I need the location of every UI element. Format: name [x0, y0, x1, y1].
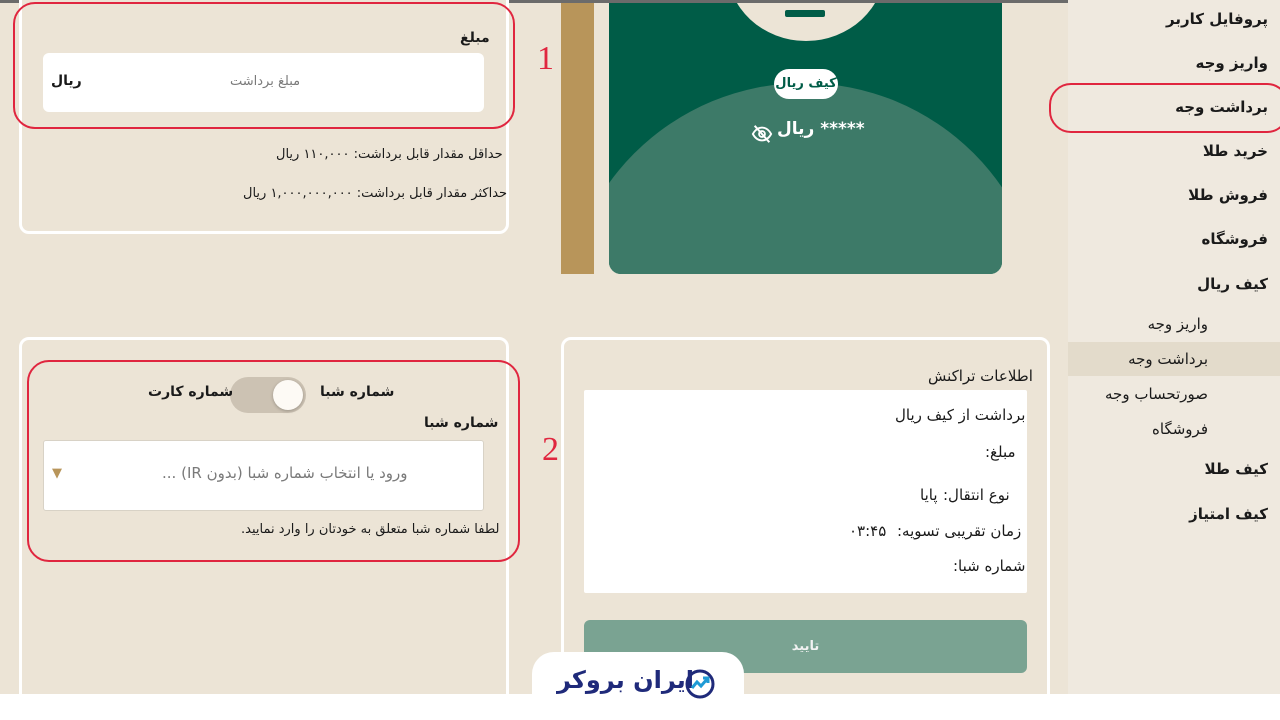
annotation-number-2: 2: [542, 431, 559, 468]
rial-wallet-card[interactable]: کیف ریال ***** ریال: [609, 3, 1002, 274]
card-decoration: [609, 83, 1002, 274]
sidebar-item-buy-gold[interactable]: خرید طلا: [1203, 142, 1268, 160]
sidebar-item-deposit[interactable]: واریز وجه: [1195, 54, 1268, 72]
sidebar-item-gold-wallet[interactable]: کیف طلا: [1205, 460, 1268, 478]
brand-logo-text: ایران بروکر: [557, 666, 694, 694]
sidebar-item-rial-wallet[interactable]: کیف ریال: [1197, 275, 1268, 293]
transaction-info-title: اطلاعات تراکنش: [928, 367, 1033, 385]
sidebar-subitem-withdraw[interactable]: برداشت وجه: [1128, 350, 1208, 368]
sidebar-item-points-wallet[interactable]: کیف امتیاز: [1189, 505, 1268, 523]
annotation-number-1: 1: [537, 40, 554, 77]
transfer-type-label: نوع انتقال:: [943, 486, 1010, 504]
transaction-type: برداشت از کیف ریال: [895, 406, 1026, 424]
trend-up-icon: [685, 669, 715, 699]
transaction-amount-label: مبلغ:: [985, 443, 1016, 461]
sidebar-item-sell-gold[interactable]: فروش طلا: [1188, 186, 1268, 204]
gold-wallet-card-edge[interactable]: [561, 3, 594, 274]
sidebar-item-profile[interactable]: پروفایل کاربر: [1166, 10, 1268, 28]
settlement-time-label: زمان تقریبی تسویه:: [897, 522, 1022, 540]
min-withdraw-text: حداقل مقدار قابل برداشت: ۱۱۰,۰۰۰ ریال: [276, 147, 503, 162]
destination-annotation-box: [27, 360, 520, 562]
eye-off-icon[interactable]: [751, 123, 773, 145]
iban-summary-label: شماره شبا:: [953, 557, 1026, 575]
settlement-time-value: ۰۳:۴۵: [849, 522, 887, 540]
sidebar-item-shop[interactable]: فروشگاه: [1202, 230, 1268, 248]
transfer-type-value: پایا: [920, 486, 938, 504]
amount-annotation-box: [13, 2, 515, 129]
card-notch-bar: [785, 10, 825, 17]
sidebar-subitem-shop[interactable]: فروشگاه: [1152, 420, 1208, 438]
wallet-balance: ***** ریال: [777, 119, 865, 139]
sidebar-highlight-annotation: [1049, 83, 1280, 133]
sidebar-subitem-statement[interactable]: صورتحساب وجه: [1105, 385, 1208, 403]
max-withdraw-text: حداکثر مقدار قابل برداشت: ۱,۰۰۰,۰۰۰,۰۰۰ …: [243, 186, 508, 201]
sidebar-subitem-deposit[interactable]: واریز وجه: [1148, 315, 1208, 333]
wallet-name-badge: کیف ریال: [774, 69, 838, 99]
card-notch: [727, 3, 885, 41]
